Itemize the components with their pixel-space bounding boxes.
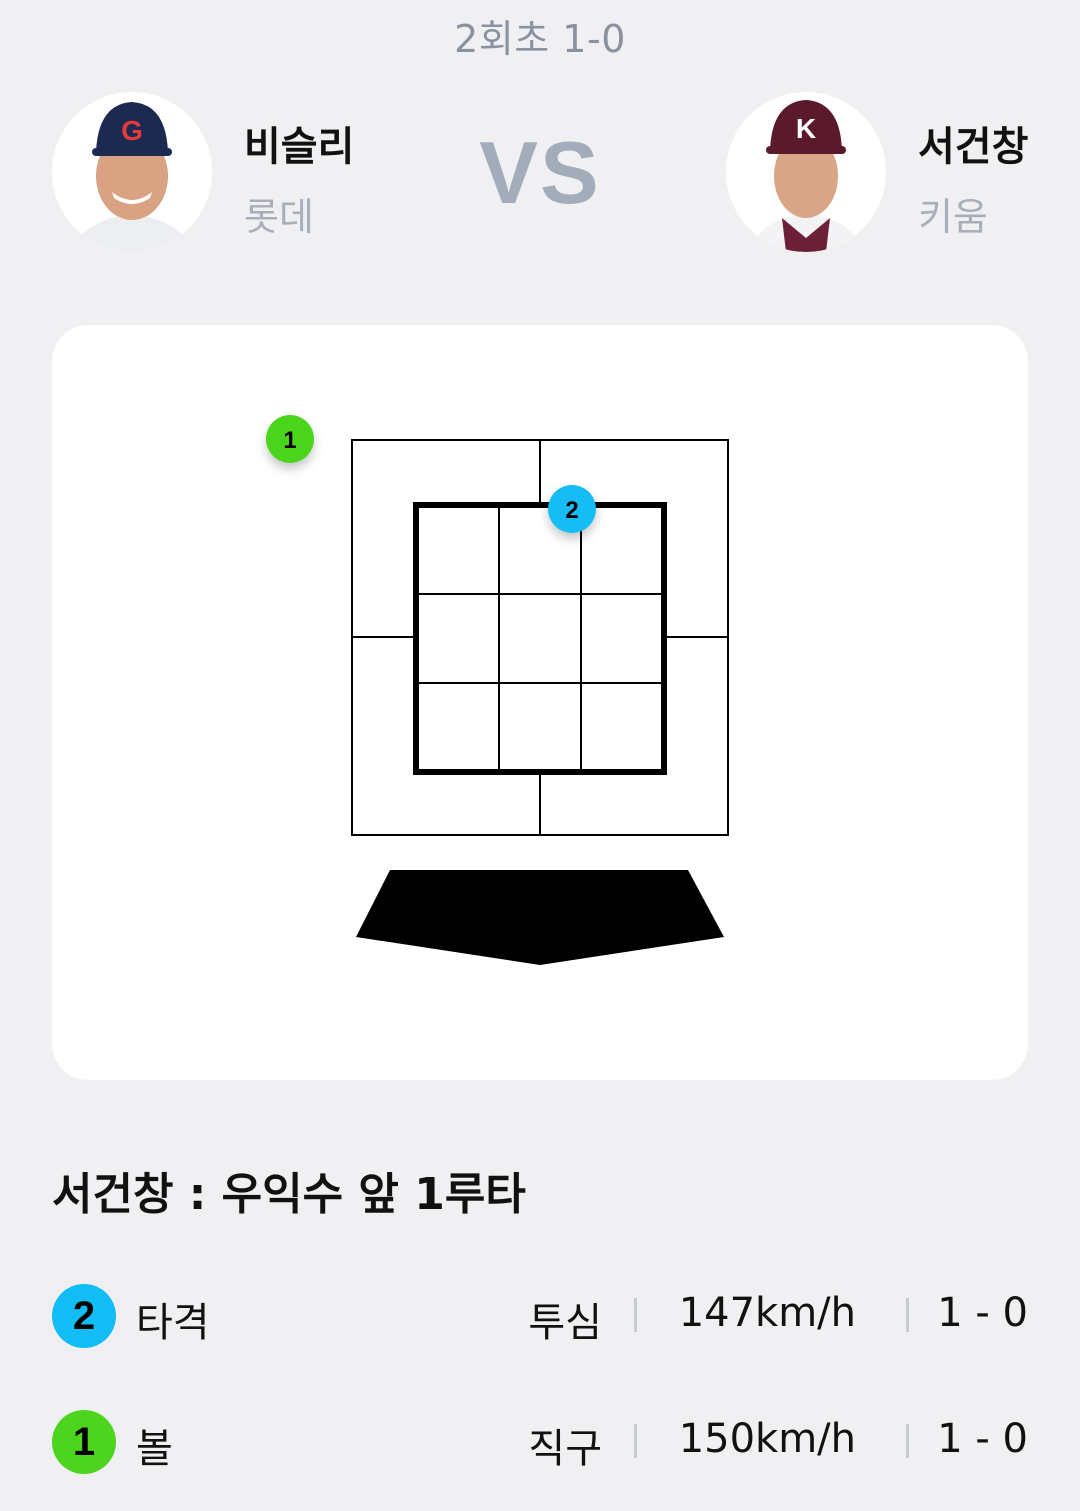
pitch-result: 볼	[136, 1426, 173, 1472]
pitch-marker-2-label: 2	[565, 497, 578, 524]
pitch-speed: 147km/h	[678, 1290, 856, 1336]
separator	[634, 1424, 637, 1458]
separator	[634, 1298, 637, 1332]
separator	[906, 1424, 909, 1458]
svg-text:G: G	[121, 115, 143, 146]
pitcher-team: 키움	[918, 195, 988, 239]
batter-name[interactable]: 비슬리	[244, 114, 354, 172]
pitch-number-badge: 2	[52, 1284, 116, 1348]
home-plate-icon	[356, 870, 724, 965]
inning-score: 2회초 1-0	[454, 17, 626, 61]
pitch-type: 투심	[528, 1300, 602, 1346]
pitch-result: 타격	[136, 1300, 210, 1346]
at-bat-result: 서건창 : 우익수 앞 1루타	[52, 1169, 526, 1220]
player-photo-icon: K	[726, 92, 886, 252]
pitch-row[interactable]: 2 타격 투심 147km/h 1 - 0	[0, 1284, 1080, 1364]
separator	[906, 1298, 909, 1332]
pitch-marker-1-label: 1	[283, 427, 296, 454]
strike-zone-diagram: 1 2	[266, 415, 729, 965]
pitch-number-badge: 1	[52, 1410, 116, 1474]
pitcher-name[interactable]: 서건창	[918, 114, 1028, 172]
player-photo-icon: G	[52, 92, 212, 252]
pitcher-avatar[interactable]: K	[726, 92, 886, 252]
svg-text:K: K	[796, 113, 816, 144]
strike-zone-card: 1 2	[52, 325, 1028, 1080]
inner-strike-zone	[413, 502, 667, 775]
pitch-type: 직구	[528, 1426, 602, 1472]
pitch-count: 1 - 0	[937, 1290, 1028, 1336]
batter-team: 롯데	[244, 195, 314, 239]
pitch-count: 1 - 0	[937, 1416, 1028, 1462]
vs-label: VS	[479, 123, 601, 222]
pitch-row[interactable]: 1 볼 직구 150km/h 1 - 0	[0, 1410, 1080, 1490]
batter-avatar[interactable]: G	[52, 92, 212, 252]
pitch-speed: 150km/h	[678, 1416, 856, 1462]
outer-zone	[351, 439, 729, 836]
